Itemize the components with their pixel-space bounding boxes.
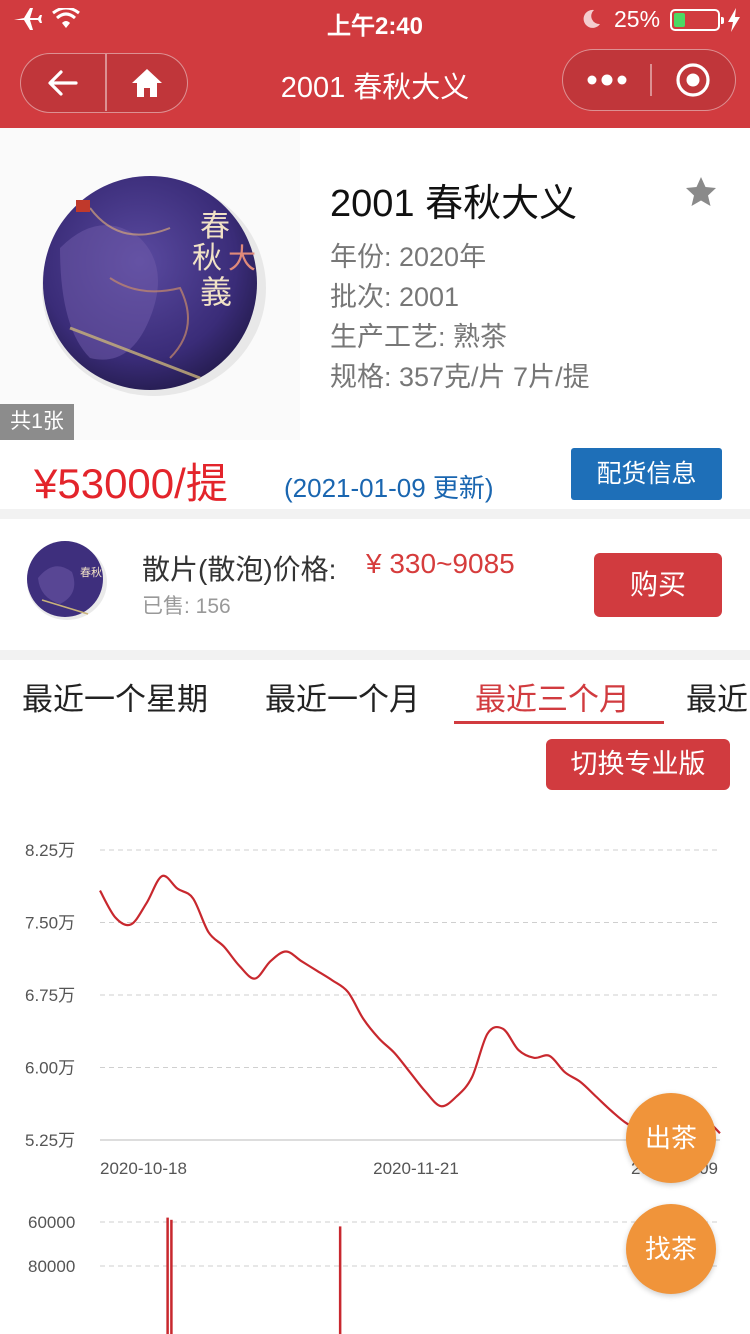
tab-more[interactable]: 最近	[686, 674, 748, 719]
attr-spec: 规格: 357克/片 7片/提	[330, 362, 590, 392]
svg-text:義: 義	[200, 273, 232, 311]
product-title: 2001 春秋大义	[330, 183, 578, 225]
volume-bar	[170, 1219, 173, 1334]
buy-button[interactable]: 购买	[594, 553, 722, 617]
divider	[0, 650, 750, 660]
page-title: 2001 春秋大义	[280, 72, 470, 104]
delivery-info-button[interactable]: 配货信息	[571, 448, 722, 500]
home-button[interactable]	[106, 54, 188, 111]
price-line-series	[99, 874, 721, 1135]
home-icon	[132, 68, 162, 97]
attr-year: 年份: 2020年	[330, 242, 487, 272]
moon-icon	[580, 8, 602, 35]
target-circle-icon	[676, 62, 710, 97]
back-button[interactable]	[21, 54, 105, 111]
battery-icon	[670, 9, 724, 31]
volume-bar	[166, 1217, 169, 1334]
tab-last-week[interactable]: 最近一个星期	[22, 674, 208, 719]
y-tick-label: 8.25万	[25, 841, 75, 860]
product-price: ¥53000/提	[34, 460, 228, 507]
top-bar: 上午2:40 25% 2001 春秋大义	[0, 0, 750, 128]
status-bar: 上午2:40 25%	[0, 0, 750, 40]
svg-text:春: 春	[200, 209, 230, 244]
divider	[0, 509, 750, 519]
sell-tea-button[interactable]: 出茶	[626, 1093, 716, 1183]
loose-price-label: 散片(散泡)价格:	[142, 554, 337, 585]
product-image[interactable]: 春 大 秋 義	[0, 128, 300, 440]
switch-pro-button[interactable]: 切换专业版	[546, 739, 730, 790]
loose-price-range: ¥ 330~9085	[366, 548, 515, 579]
active-tab-indicator	[454, 721, 664, 724]
svg-text:春秋: 春秋	[80, 565, 102, 579]
y-tick-label: 6.75万	[25, 986, 75, 1005]
more-button[interactable]	[563, 50, 650, 109]
price-update-date: (2021-01-09 更新)	[284, 473, 494, 503]
back-arrow-icon	[48, 69, 78, 96]
charging-icon	[727, 8, 741, 37]
volume-y-tick-label: 60000	[28, 1213, 75, 1232]
more-dots-icon	[587, 74, 626, 85]
image-count-badge: 共1张	[0, 404, 74, 440]
menu-capsule	[562, 49, 736, 111]
svg-text:秋: 秋	[192, 241, 222, 276]
nav-capsule	[20, 53, 188, 113]
y-tick-label: 5.25万	[25, 1131, 75, 1150]
loose-tea-thumbnail[interactable]: 春秋	[24, 538, 108, 622]
battery-percent: 25%	[614, 6, 661, 32]
tab-last-three-months[interactable]: 最近三个月	[475, 674, 630, 719]
volume-bar	[338, 1226, 342, 1334]
attr-batch: 批次: 2001	[330, 282, 460, 312]
x-tick-label: 2020-11-21	[373, 1159, 459, 1178]
find-tea-button[interactable]: 找茶	[626, 1204, 716, 1294]
x-tick-label: 2020-10-18	[100, 1159, 187, 1178]
tab-last-month[interactable]: 最近一个月	[265, 674, 420, 719]
attr-process: 生产工艺: 熟茶	[330, 322, 508, 352]
close-button[interactable]	[651, 50, 735, 109]
sold-count: 已售: 156	[142, 595, 231, 618]
y-tick-label: 6.00万	[25, 1059, 75, 1078]
svg-text:大: 大	[228, 242, 256, 275]
tea-cake-image: 春 大 秋 義	[42, 176, 266, 396]
y-tick-label: 7.50万	[25, 914, 75, 933]
favorite-star-icon[interactable]	[684, 175, 718, 214]
volume-y-tick-label: 80000	[28, 1257, 75, 1276]
